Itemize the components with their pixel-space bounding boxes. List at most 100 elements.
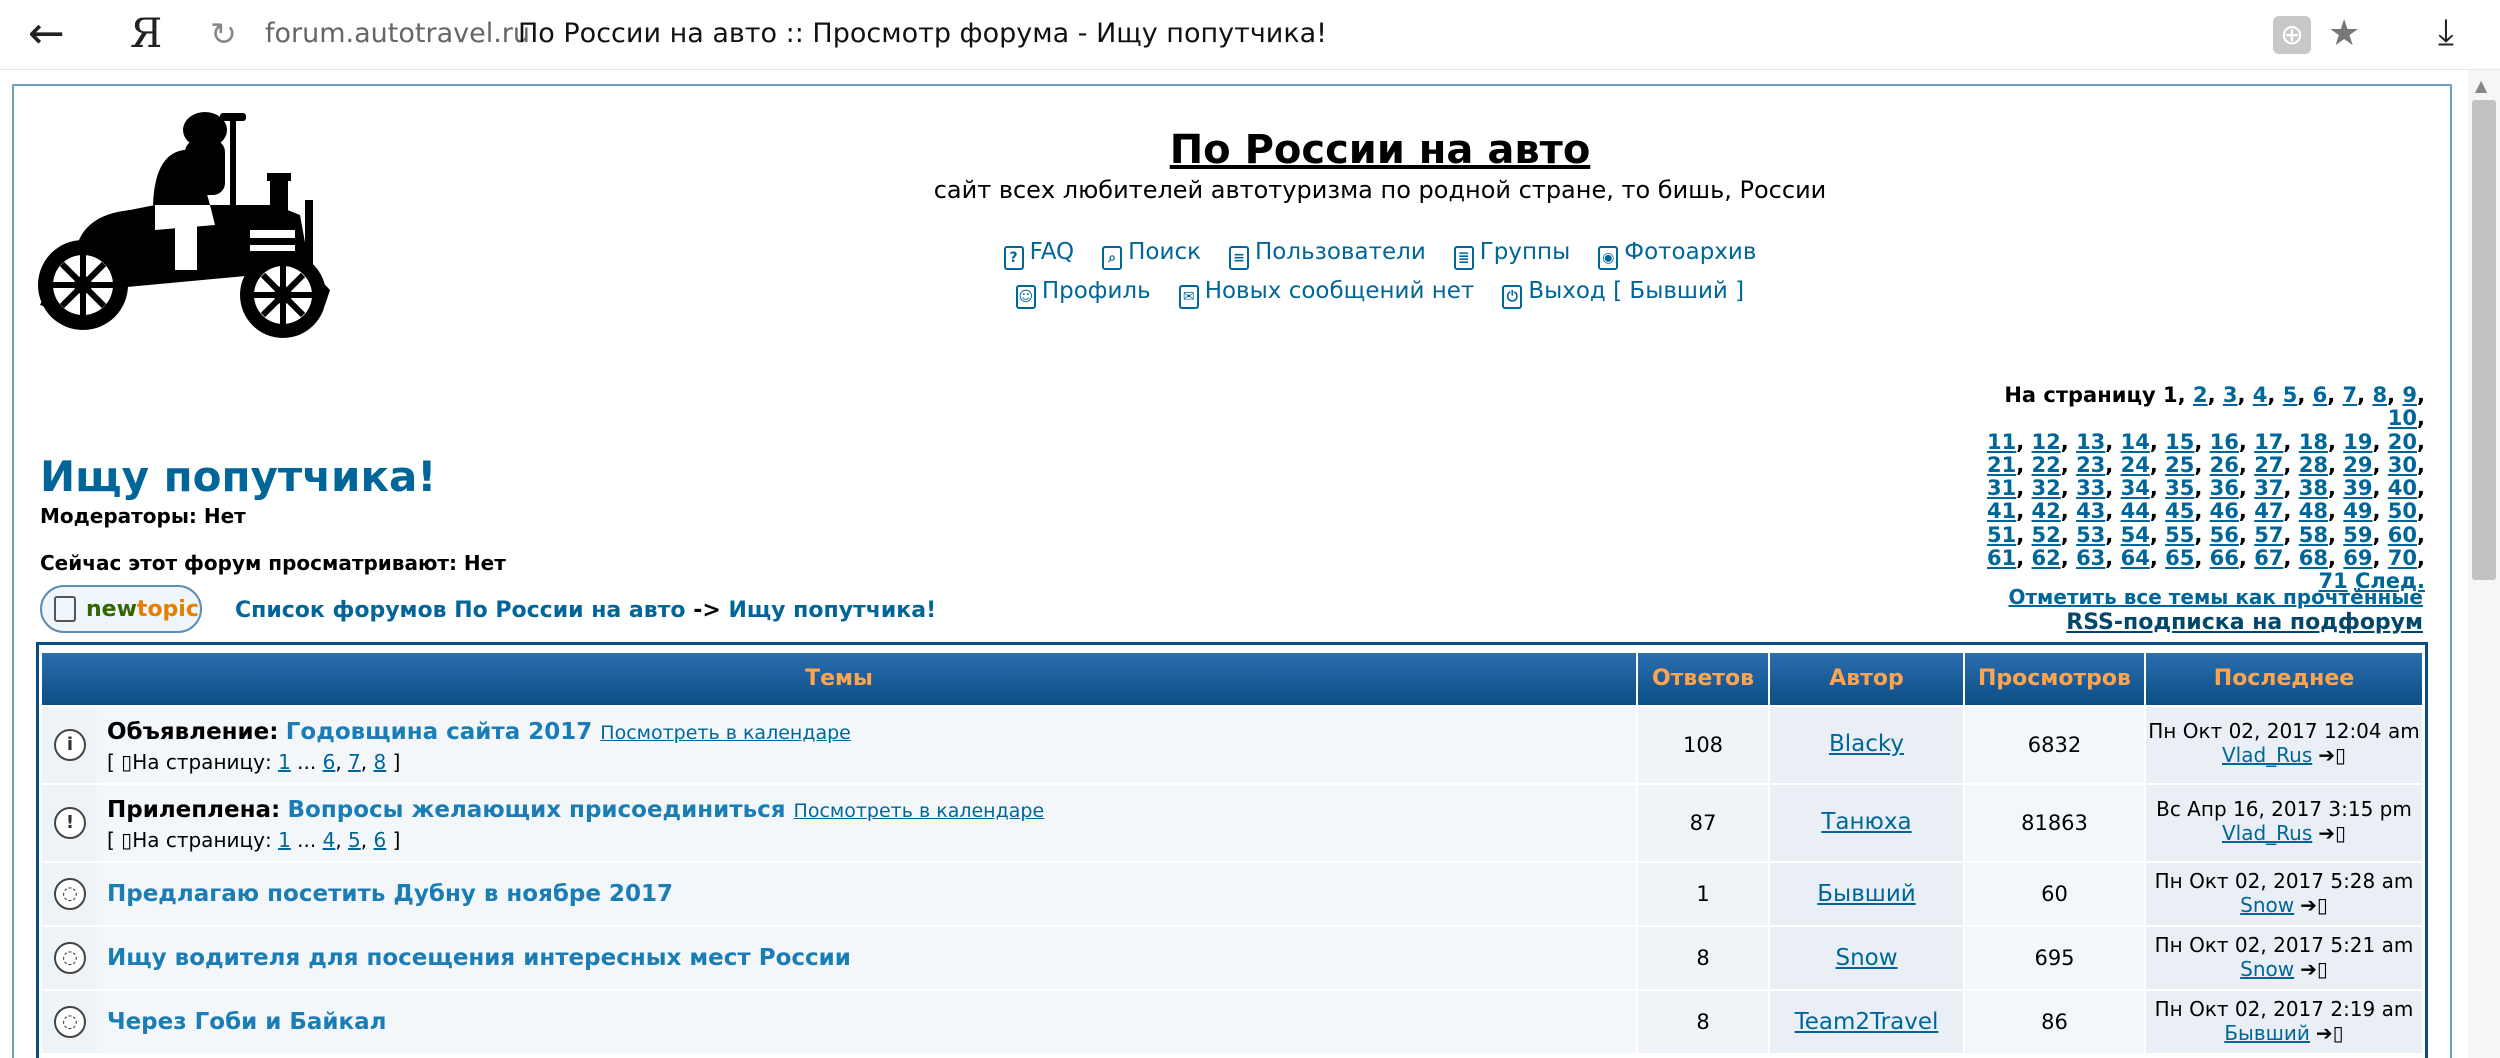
pagination-page-link[interactable]: 50 xyxy=(2388,499,2417,523)
last-post-user-link[interactable]: Бывший xyxy=(2224,1021,2310,1045)
pagination-page-link[interactable]: 41 xyxy=(1987,499,2016,523)
pagination-page-link[interactable]: 35 xyxy=(2165,476,2194,500)
nav-search[interactable]: ⌕ Поиск xyxy=(1102,236,1201,270)
pagination-page-link[interactable]: 34 xyxy=(2121,476,2150,500)
go-to-last-post-icon[interactable]: ➔▯ xyxy=(2318,743,2346,767)
pagination-page-link[interactable]: 33 xyxy=(2076,476,2105,500)
bookmark-star-icon[interactable]: ★ xyxy=(2328,12,2360,56)
topic-page-link[interactable]: 7 xyxy=(348,750,361,774)
view-in-calendar-link[interactable]: Посмотреть в календаре xyxy=(600,722,851,744)
reload-icon[interactable]: ↻ xyxy=(210,14,237,54)
scroll-up-arrow-icon[interactable]: ▲ xyxy=(2475,76,2487,95)
topic-title-link[interactable]: Вопросы желающих присоединиться xyxy=(288,797,786,823)
pagination-page-link[interactable]: 32 xyxy=(2032,476,2061,500)
nav-members[interactable]: ≡ Пользователи xyxy=(1229,236,1426,270)
pagination-page-link[interactable]: 5 xyxy=(2283,383,2298,407)
pagination-page-link[interactable]: 22 xyxy=(2032,453,2061,477)
pagination-page-link[interactable]: 47 xyxy=(2254,499,2283,523)
last-post-user-link[interactable]: Vlad_Rus xyxy=(2222,821,2312,845)
pagination-page-link[interactable]: 11 xyxy=(1987,430,2016,454)
nav-profile[interactable]: ☺ Профиль xyxy=(1015,275,1151,309)
pagination-page-link[interactable]: 43 xyxy=(2076,499,2105,523)
pagination-page-link[interactable]: 42 xyxy=(2032,499,2061,523)
pagination-page-link[interactable]: 48 xyxy=(2299,499,2328,523)
topic-page-link[interactable]: 8 xyxy=(374,750,387,774)
pagination-page-link[interactable]: 65 xyxy=(2165,546,2194,570)
go-to-last-post-icon[interactable]: ➔▯ xyxy=(2300,893,2328,917)
back-arrow-icon[interactable]: ← xyxy=(28,10,65,58)
pagination-page-link[interactable]: 62 xyxy=(2032,546,2061,570)
go-to-last-post-icon[interactable]: ➔▯ xyxy=(2300,957,2328,981)
author-link[interactable]: Snow xyxy=(1770,943,1963,973)
topic-title-link[interactable]: Предлагаю посетить Дубну в ноябре 2017 xyxy=(107,879,673,909)
author-link[interactable]: Танюха xyxy=(1770,807,1963,837)
pagination-page-link[interactable]: 66 xyxy=(2210,546,2239,570)
pagination-page-link[interactable]: 23 xyxy=(2076,453,2105,477)
download-icon[interactable]: ⤓ xyxy=(2438,10,2454,56)
pagination-page-link[interactable]: 4 xyxy=(2253,383,2268,407)
nav-private-messages[interactable]: ✉ Новых сообщений нет xyxy=(1178,275,1474,309)
pagination-page-link[interactable]: 31 xyxy=(1987,476,2016,500)
pagination-page-link[interactable]: 52 xyxy=(2032,523,2061,547)
pagination-page-link[interactable]: 49 xyxy=(2343,499,2372,523)
pagination-page-link[interactable]: 12 xyxy=(2032,430,2061,454)
pagination-page-link[interactable]: 51 xyxy=(1987,523,2016,547)
pagination-page-link[interactable]: 60 xyxy=(2388,523,2417,547)
pagination-page-link[interactable]: 6 xyxy=(2313,383,2328,407)
go-to-last-post-icon[interactable]: ➔▯ xyxy=(2318,821,2346,845)
view-in-calendar-link[interactable]: Посмотреть в календаре xyxy=(794,800,1045,822)
pagination-page-link[interactable]: 2 xyxy=(2193,383,2208,407)
pagination-page-link[interactable]: 26 xyxy=(2210,453,2239,477)
pagination-page-link[interactable]: 40 xyxy=(2388,476,2417,500)
pagination-page-link[interactable]: 8 xyxy=(2372,383,2387,407)
pagination-page-link[interactable]: 14 xyxy=(2121,430,2150,454)
pagination-page-link[interactable]: 13 xyxy=(2076,430,2105,454)
yandex-logo-icon[interactable]: Я xyxy=(130,10,162,58)
pagination-page-link[interactable]: 56 xyxy=(2210,523,2239,547)
pagination-page-link[interactable]: 17 xyxy=(2254,430,2283,454)
pagination-page-link[interactable]: 36 xyxy=(2210,476,2239,500)
pagination-page-link[interactable]: 9 xyxy=(2402,383,2417,407)
pagination-page-link[interactable]: 61 xyxy=(1987,546,2016,570)
site-logo-car-icon[interactable] xyxy=(35,105,335,340)
pagination-page-link[interactable]: 58 xyxy=(2299,523,2328,547)
topic-page-link[interactable]: 6 xyxy=(323,750,336,774)
address-page-title[interactable]: По России на авто :: Просмотр форума - И… xyxy=(518,16,1327,52)
topic-page-link[interactable]: 4 xyxy=(323,828,336,852)
pagination-page-link[interactable]: 69 xyxy=(2343,546,2372,570)
last-post-user-link[interactable]: Snow xyxy=(2240,893,2294,917)
pagination-page-link[interactable]: 21 xyxy=(1987,453,2016,477)
nav-logout[interactable]: ⏻ Выход [ Бывший ] xyxy=(1502,275,1744,309)
nav-groups[interactable]: ≣ Группы xyxy=(1453,236,1570,270)
last-post-user-link[interactable]: Snow xyxy=(2240,957,2294,981)
pagination-page-link[interactable]: 44 xyxy=(2121,499,2150,523)
pagination-page-link[interactable]: 46 xyxy=(2210,499,2239,523)
pagination-page-link[interactable]: 24 xyxy=(2121,453,2150,477)
author-link[interactable]: Team2Travel xyxy=(1770,1007,1963,1037)
pagination-page-link[interactable]: 10 xyxy=(2388,406,2417,430)
site-title[interactable]: По России на авто xyxy=(600,124,2160,176)
pagination-page-link[interactable]: 67 xyxy=(2254,546,2283,570)
nav-faq[interactable]: ? FAQ xyxy=(1003,236,1074,270)
scrollbar-thumb[interactable] xyxy=(2472,100,2496,580)
breadcrumb-forum-index[interactable]: Список форумов По России на авто xyxy=(235,598,686,623)
address-domain[interactable]: forum.autotravel.ru xyxy=(265,16,530,52)
pagination-page-link[interactable]: 55 xyxy=(2165,523,2194,547)
pagination-page-link[interactable]: 27 xyxy=(2254,453,2283,477)
pagination-page-link[interactable]: 18 xyxy=(2299,430,2328,454)
go-to-last-post-icon[interactable]: ➔▯ xyxy=(2316,1021,2344,1045)
pagination-page-link[interactable]: 59 xyxy=(2343,523,2372,547)
pagination-page-link[interactable]: 37 xyxy=(2254,476,2283,500)
pagination-page-link[interactable]: 3 xyxy=(2223,383,2238,407)
topic-title-link[interactable]: Ищу водителя для посещения интересных ме… xyxy=(107,943,851,973)
new-topic-button[interactable]: newtopic xyxy=(40,585,202,633)
pagination-page-link[interactable]: 16 xyxy=(2210,430,2239,454)
forum-title[interactable]: Ищу попутчика! xyxy=(40,450,436,504)
pagination-page-link[interactable]: 7 xyxy=(2343,383,2358,407)
topic-page-link[interactable]: 1 xyxy=(278,750,291,774)
topic-page-link[interactable]: 1 xyxy=(278,828,291,852)
pagination-page-link[interactable]: 70 xyxy=(2388,546,2417,570)
pagination-page-link[interactable]: 29 xyxy=(2343,453,2372,477)
pagination-page-link[interactable]: 57 xyxy=(2254,523,2283,547)
pagination-page-link[interactable]: 53 xyxy=(2076,523,2105,547)
